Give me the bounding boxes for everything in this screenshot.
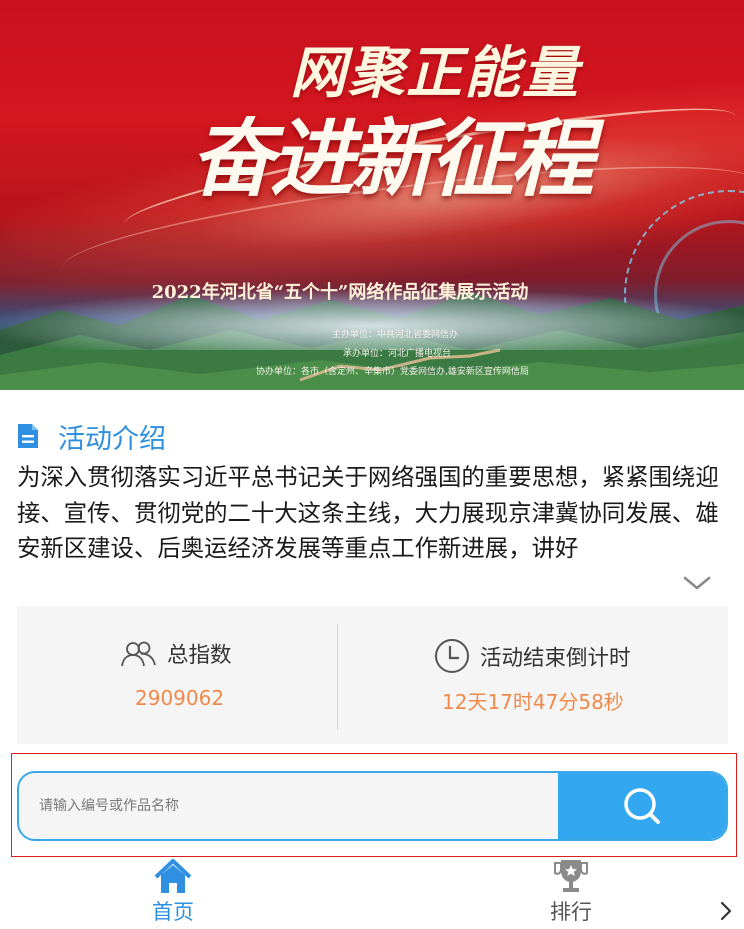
banner-co-organizer: 协办单位：各市（含定州、辛集市）党委网信办,雄安新区宣传网信局 [256,367,529,377]
users-icon [121,641,156,666]
banner-title-line2: 奋进新征程 [190,109,594,208]
banner-host: 主办单位：中共河北省委网信办 [332,330,459,340]
intro-title: 活动介绍 [58,423,166,455]
countdown-stat: 活动结束倒计时 12天17时47分58秒 [338,606,728,744]
activity-banner: 网聚正能量 奋进新征程 2022年河北省“五个十”网络作品征集展示活动 主办单位… [0,0,744,390]
intro-text: 为深入贯彻落实习近平总书记关于网络强国的重要思想，紧紧围绕迎接、宣传、贯彻党的二… [17,463,719,562]
bottom-nav: 首页 排行 [0,857,744,929]
nav-ranking[interactable]: 排行 [511,857,631,929]
search-icon [624,788,660,824]
stats-panel: 总指数 2909062 活动结束倒计时 12天17时47分58秒 [17,606,728,744]
nav-home[interactable]: 首页 [113,857,233,929]
home-icon [154,859,192,893]
total-index-value: 2909062 [135,686,225,710]
search-button[interactable] [558,773,726,839]
banner-organizer: 承办单位：河北广播电视台 [343,349,452,359]
countdown-label: 活动结束倒计时 [480,645,631,671]
chevron-right-icon[interactable] [718,900,734,922]
intro-header: 活动介绍 [16,418,166,455]
clock-icon [435,639,469,673]
search-input[interactable] [19,773,559,839]
search-bar [17,771,728,841]
banner-subtitle: 2022年河北省“五个十”网络作品征集展示活动 [151,282,529,303]
countdown-value: 12天17时47分58秒 [442,690,624,714]
trophy-icon [554,860,588,892]
total-index-label: 总指数 [167,643,232,668]
chevron-down-icon[interactable] [682,572,712,594]
document-icon [18,424,38,448]
total-index-stat: 总指数 2909062 [17,606,337,744]
nav-ranking-label: 排行 [550,900,592,924]
nav-home-label: 首页 [152,900,194,924]
